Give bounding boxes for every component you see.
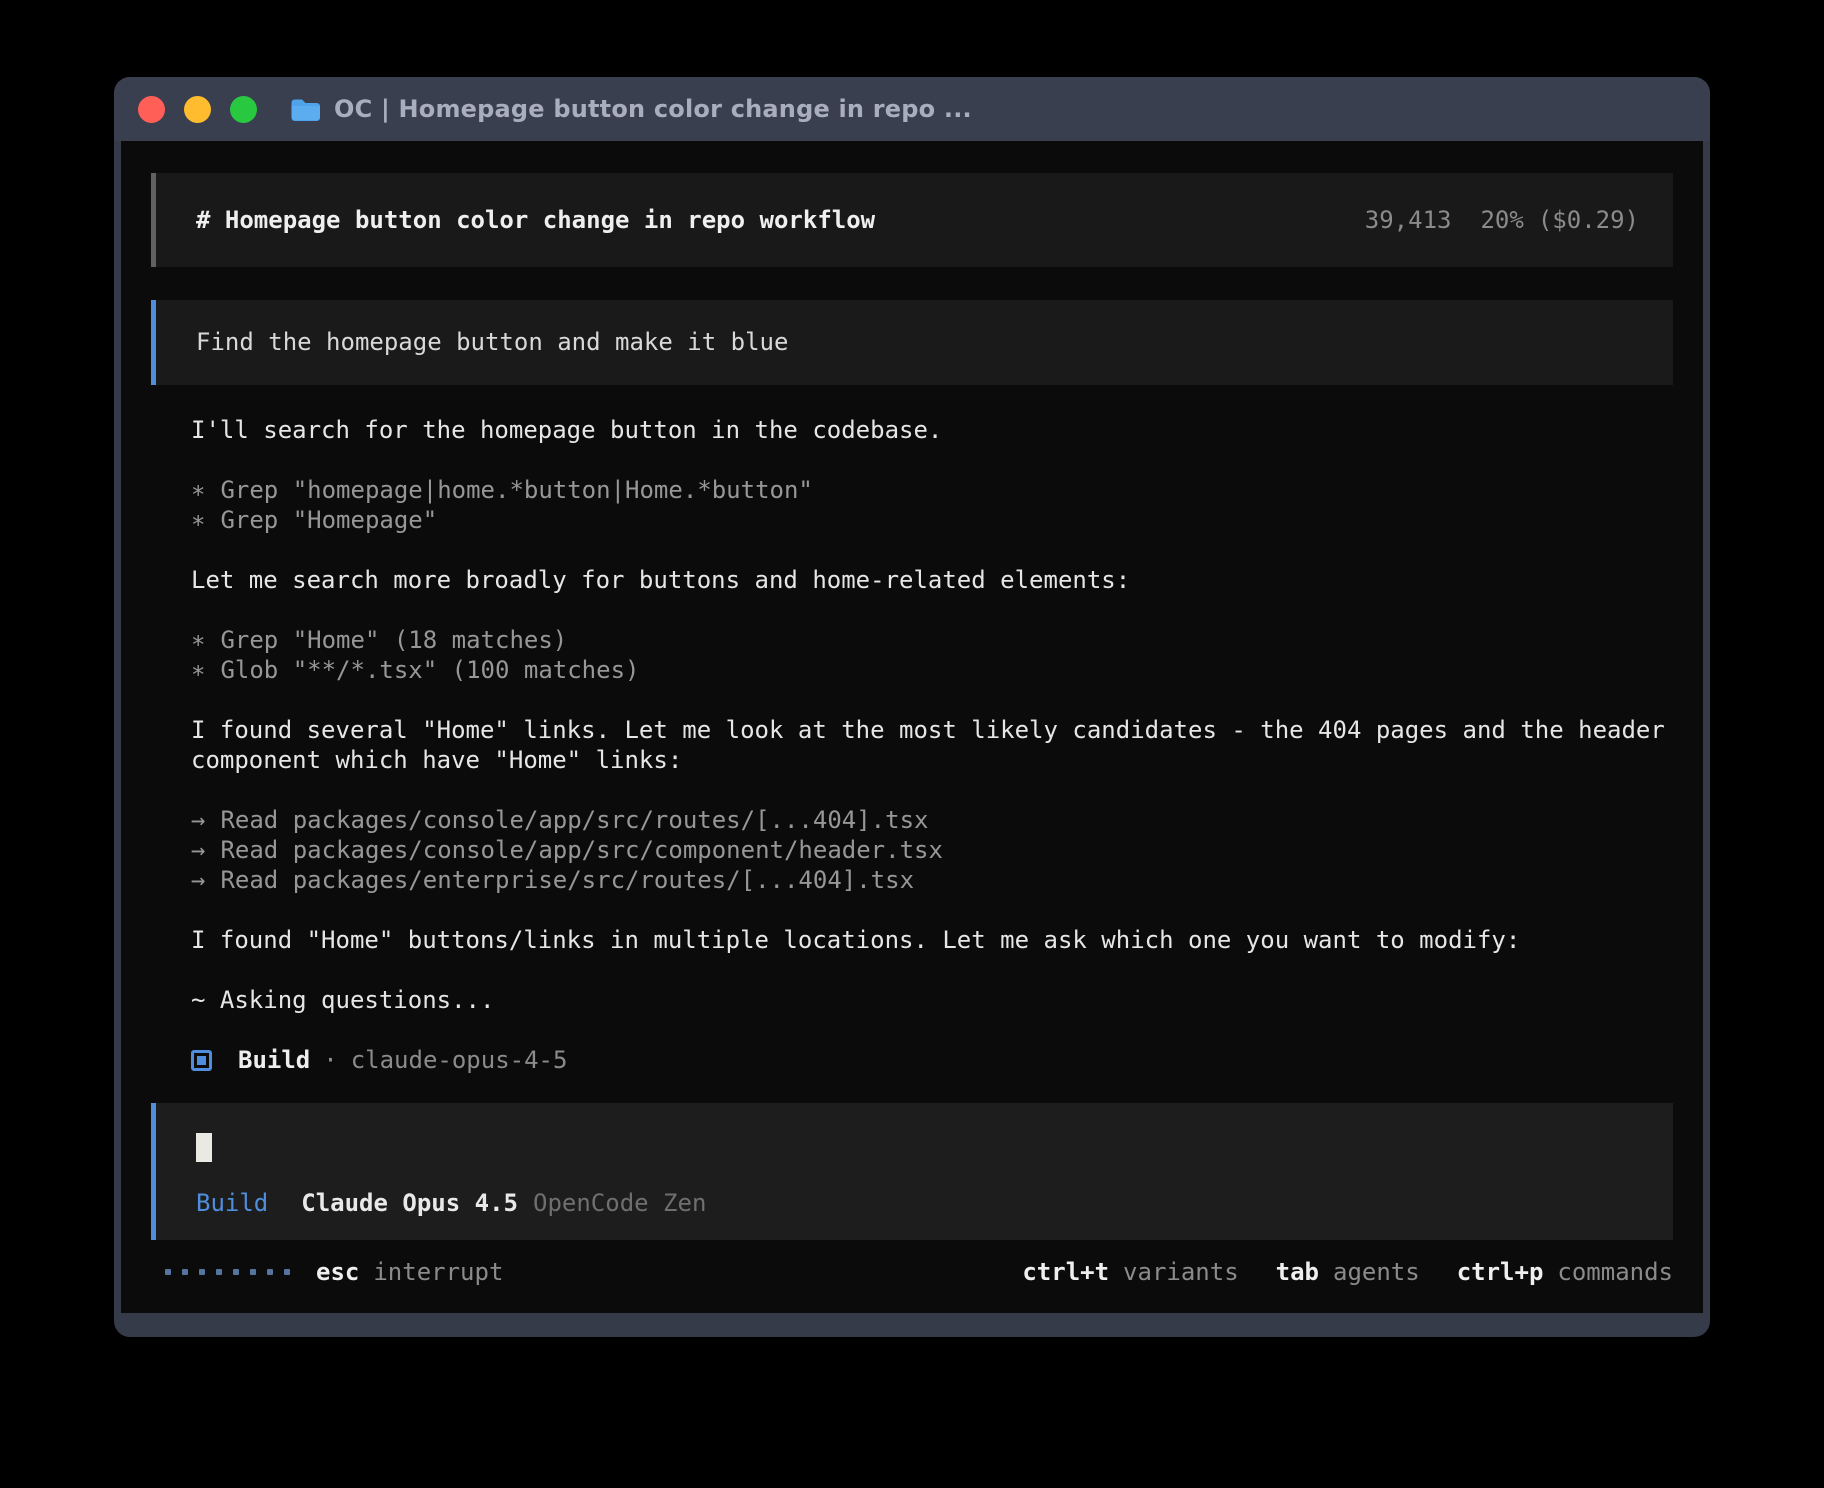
tool-call-text: Grep "Homepage" (220, 506, 437, 534)
asterisk-bullet-icon: ∗ (191, 625, 205, 655)
tool-call-read: → Read packages/console/app/src/component… (191, 835, 1673, 865)
tool-call-group: ∗ Grep "Home" (18 matches) ∗ Glob "**/*.ts… (191, 625, 1673, 685)
activity-dot (165, 1269, 171, 1275)
assistant-transcript: I'll search for the homepage button in t… (191, 415, 1673, 1103)
tool-call-text: Grep "Home" (18 matches) (220, 626, 567, 654)
activity-dot (233, 1269, 239, 1275)
agent-status-line: Build · claude-opus-4-5 (191, 1045, 1673, 1075)
tool-call-grep: ∗ Grep "Home" (18 matches) (191, 625, 1673, 655)
agent-name: Build (238, 1045, 310, 1075)
desktop: OC | Homepage button color change in rep… (0, 0, 1824, 1488)
window-title: OC | Homepage button color change in rep… (334, 95, 972, 123)
agent-model: claude-opus-4-5 (351, 1045, 568, 1075)
shortcut-key: esc (316, 1257, 359, 1287)
user-message: Find the homepage button and make it blu… (151, 300, 1673, 386)
shortcut-commands: ctrl+p commands (1457, 1257, 1673, 1287)
tool-call-glob: ∗ Glob "**/*.tsx" (100 matches) (191, 655, 1673, 685)
tool-call-grep: ∗ Grep "homepage|home.*button|Home.*butto… (191, 475, 1673, 505)
agent-square-icon (191, 1050, 212, 1071)
asterisk-bullet-icon: ∗ (191, 505, 205, 535)
shortcut-label: commands (1557, 1257, 1673, 1287)
tool-call-group: → Read packages/console/app/src/routes/[.… (191, 805, 1673, 895)
activity-dots (165, 1269, 290, 1275)
activity-dot (182, 1269, 188, 1275)
statusbar-left: esc interrupt (151, 1257, 503, 1287)
tool-call-text: Read packages/enterprise/src/routes/[...… (220, 866, 914, 894)
activity-status: ~ Asking questions... (191, 985, 1673, 1015)
activity-dot (284, 1269, 290, 1275)
activity-dot (250, 1269, 256, 1275)
arrow-bullet-icon: → (191, 865, 205, 895)
assistant-text: I found several "Home" links. Let me loo… (191, 715, 1673, 775)
tool-call-text: Grep "homepage|home.*button|Home.*button… (220, 476, 812, 504)
context-percent: 20% (1480, 206, 1523, 234)
session-header: # Homepage button color change in repo w… (151, 173, 1673, 267)
statusbar: esc interrupt ctrl+t variants tab agents… (151, 1257, 1673, 1287)
model-label[interactable]: Claude Opus 4.5 (301, 1188, 518, 1218)
session-cost: ($0.29) (1538, 206, 1639, 234)
shortcut-label: interrupt (373, 1257, 503, 1287)
tool-call-text: Read packages/console/app/src/component/… (220, 836, 942, 864)
session-title: # Homepage button color change in repo w… (196, 205, 875, 235)
session-stats: 39,413 20% ($0.29) (1365, 205, 1639, 235)
shortcut-key: ctrl+p (1457, 1257, 1544, 1287)
close-button[interactable] (138, 96, 165, 123)
mode-label[interactable]: Build (196, 1188, 268, 1218)
maximize-button[interactable] (230, 96, 257, 123)
shortcut-interrupt: esc interrupt (316, 1257, 503, 1287)
activity-dot (216, 1269, 222, 1275)
assistant-text: I found "Home" buttons/links in multiple… (191, 925, 1673, 955)
terminal-window: OC | Homepage button color change in rep… (114, 77, 1710, 1337)
input-meta: Build Claude Opus 4.5 OpenCode Zen (196, 1188, 1633, 1218)
asterisk-bullet-icon: ∗ (191, 655, 205, 685)
statusbar-right: ctrl+t variants tab agents ctrl+p comman… (1022, 1257, 1673, 1287)
minimize-button[interactable] (184, 96, 211, 123)
arrow-bullet-icon: → (191, 835, 205, 865)
shortcut-label: agents (1333, 1257, 1420, 1287)
shortcut-agents: tab agents (1276, 1257, 1420, 1287)
token-count: 39,413 (1365, 206, 1452, 234)
terminal-content: # Homepage button color change in repo w… (121, 141, 1703, 1313)
activity-dot (267, 1269, 273, 1275)
prompt-input[interactable]: Build Claude Opus 4.5 OpenCode Zen (151, 1103, 1673, 1240)
shortcut-key: tab (1276, 1257, 1319, 1287)
arrow-bullet-icon: → (191, 805, 205, 835)
tool-call-text: Read packages/console/app/src/routes/[..… (220, 806, 928, 834)
asterisk-bullet-icon: ∗ (191, 475, 205, 505)
user-message-text: Find the homepage button and make it blu… (196, 327, 788, 357)
folder-icon (290, 97, 321, 122)
titlebar[interactable]: OC | Homepage button color change in rep… (114, 77, 1710, 141)
agent-square-dot (197, 1056, 206, 1065)
dot-separator: · (323, 1045, 337, 1075)
assistant-text: I'll search for the homepage button in t… (191, 415, 1673, 445)
tool-call-read: → Read packages/console/app/src/routes/[.… (191, 805, 1673, 835)
activity-dot (199, 1269, 205, 1275)
tool-call-group: ∗ Grep "homepage|home.*button|Home.*butto… (191, 475, 1673, 535)
shortcut-key: ctrl+t (1022, 1257, 1109, 1287)
tool-call-text: Glob "**/*.tsx" (100 matches) (220, 656, 639, 684)
tool-call-read: → Read packages/enterprise/src/routes/[..… (191, 865, 1673, 895)
shortcut-label: variants (1123, 1257, 1239, 1287)
assistant-text: Let me search more broadly for buttons a… (191, 565, 1673, 595)
provider-label: OpenCode Zen (533, 1188, 706, 1218)
traffic-lights (138, 96, 257, 123)
text-cursor (196, 1133, 212, 1162)
shortcut-variants: ctrl+t variants (1022, 1257, 1238, 1287)
tool-call-grep: ∗ Grep "Homepage" (191, 505, 1673, 535)
